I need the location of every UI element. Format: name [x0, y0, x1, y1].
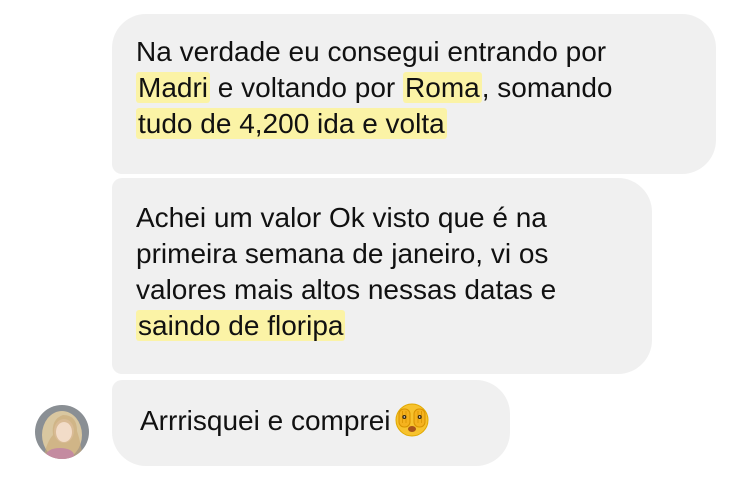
message-1-line-3: tudo de 4,200 ida e volta — [136, 106, 694, 142]
highlight-floripa: saindo de floripa — [136, 310, 346, 341]
message-1-line-2-mid: e voltando por — [210, 72, 404, 103]
message-2-line-4: saindo de floripa — [136, 308, 630, 344]
avatar[interactable] — [35, 405, 89, 459]
message-1-line-2-end: , somando — [481, 72, 613, 103]
message-2-line-1: Achei um valor Ok visto que é na — [136, 202, 547, 233]
message-thread: Na verdade eu consegui entrando por Madr… — [0, 0, 730, 490]
message-bubble-3[interactable]: Arrrisquei e comprei — [112, 380, 510, 466]
message-1-line-2: Madri e voltando por Roma, somando — [136, 70, 694, 106]
avatar-photo — [35, 405, 89, 459]
highlight-madri: Madri — [136, 72, 211, 103]
highlight-roma: Roma — [403, 72, 482, 103]
message-bubble-2[interactable]: Achei um valor Ok visto que é na primeir… — [112, 178, 652, 374]
highlight-price: tudo de 4,200 ida e volta — [136, 108, 447, 139]
message-1-line-1: Na verdade eu consegui entrando por — [136, 36, 607, 67]
message-3-text: Arrrisquei e comprei — [140, 405, 391, 436]
message-2-line-3: valores mais altos nessas datas e — [136, 274, 557, 305]
message-bubble-1[interactable]: Na verdade eu consegui entrando por Madr… — [112, 14, 716, 174]
message-2-line-2: primeira semana de janeiro, vi os — [136, 238, 549, 269]
face-with-peeking-eye-icon — [395, 403, 429, 446]
